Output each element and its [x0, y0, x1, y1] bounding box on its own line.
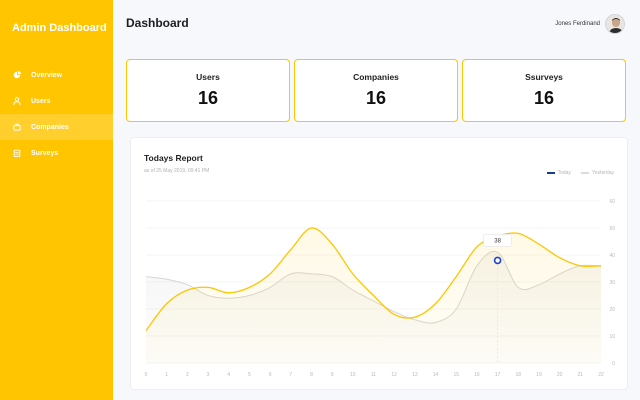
x-tick-label: 17	[495, 372, 501, 378]
stat-card-companies: Companies 16	[294, 59, 458, 122]
x-tick-label: 1	[165, 372, 168, 378]
x-tick-label: 3	[207, 372, 210, 378]
x-tick-label: 21	[578, 372, 584, 378]
stat-value: 16	[197, 88, 219, 108]
data-point-marker	[493, 256, 502, 265]
y-tick-label: 0	[612, 361, 615, 367]
x-tick-label: 7	[289, 372, 292, 378]
x-tick-label: 0	[145, 372, 148, 378]
stat-card-users: Users 16	[126, 59, 290, 122]
x-tick-label: 14	[433, 372, 439, 378]
x-tick-label: 9	[331, 372, 334, 378]
sidebar-item-label: Users	[31, 97, 51, 105]
stat-label: Users	[196, 72, 220, 82]
x-tick-label: 4	[227, 372, 230, 378]
stat-value: 16	[533, 88, 555, 108]
sidebar-item-users[interactable]: Users	[0, 88, 113, 114]
x-tick-label: 13	[412, 372, 418, 378]
sidebar-item-label: Companies	[31, 123, 69, 131]
y-tick-label: 40	[609, 253, 615, 259]
stat-card-surveys: Ssurveys 16	[462, 59, 626, 122]
x-tick-label: 16	[474, 372, 480, 378]
tooltip-value: 38	[494, 238, 501, 244]
x-tick-label: 22	[598, 372, 604, 378]
sidebar-item-companies[interactable]: Companies	[0, 114, 113, 140]
x-tick-label: 20	[557, 372, 563, 378]
page-title: Dashboard	[126, 16, 189, 30]
y-tick-label: 20	[609, 307, 615, 313]
x-tick-label: 8	[310, 372, 313, 378]
y-tick-label: 60	[609, 199, 615, 205]
sidebar: Admin Dashboard Overview Users Companies…	[0, 0, 113, 400]
clipboard-icon	[13, 149, 21, 157]
x-tick-label: 2	[186, 372, 189, 378]
y-tick-label: 30	[609, 280, 615, 286]
sidebar-nav: Overview Users Companies Surveys	[0, 62, 113, 166]
user-icon	[13, 97, 21, 105]
report-card: Todays Report as of 25 May 2019, 09:41 P…	[130, 137, 628, 390]
pie-chart-icon	[13, 71, 21, 79]
x-tick-label: 11	[371, 372, 376, 378]
x-tick-label: 18	[515, 372, 521, 378]
stat-label: Ssurveys	[525, 72, 563, 82]
x-tick-label: 5	[248, 372, 251, 378]
x-tick-label: 10	[350, 372, 356, 378]
sidebar-item-label: Overview	[31, 71, 63, 79]
y-tick-label: 10	[609, 334, 615, 340]
briefcase-icon	[13, 123, 21, 131]
x-tick-label: 15	[453, 372, 459, 378]
line-chart: 01020304050600 1 2 3 4 5 6 7 8 9 10 11 12 13 14 15 16 17 1…	[145, 199, 616, 378]
x-tick-label: 6	[269, 372, 272, 378]
sidebar-item-label: Surveys	[31, 149, 59, 157]
stat-label: Companies	[353, 72, 399, 82]
stat-value: 16	[365, 88, 387, 108]
top-bar: Dashboard Jones Ferdinand	[113, 0, 640, 46]
x-tick-label: 19	[536, 372, 542, 378]
brand-title: Admin Dashboard	[12, 22, 107, 34]
x-tick-label: 12	[391, 372, 397, 378]
y-tick-label: 50	[609, 226, 615, 232]
user-name[interactable]: Jones Ferdinand	[555, 21, 600, 27]
avatar[interactable]	[605, 14, 625, 34]
sidebar-item-surveys[interactable]: Surveys	[0, 140, 113, 166]
sidebar-item-overview[interactable]: Overview	[0, 62, 113, 88]
